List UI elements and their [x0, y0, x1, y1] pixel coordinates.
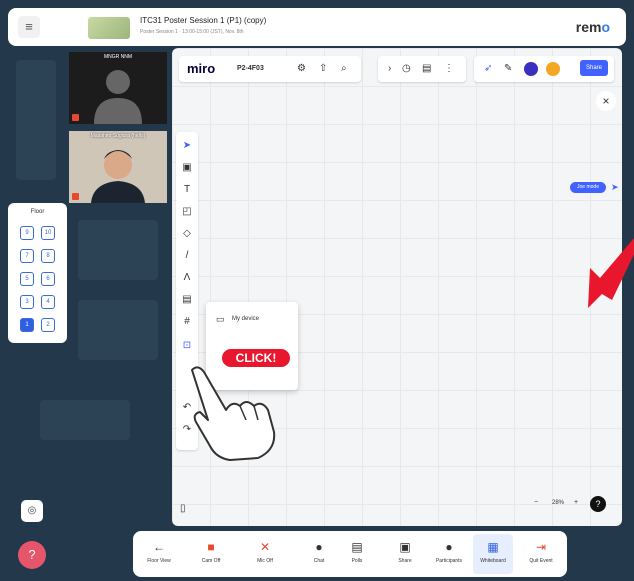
- cursor-icon: ➤: [611, 182, 619, 192]
- board-icon[interactable]: ▤: [422, 63, 431, 74]
- export-icon[interactable]: ⇧: [319, 63, 327, 74]
- floor-button[interactable]: 6: [41, 272, 55, 286]
- participant-photo: [69, 131, 167, 203]
- mic-off-button[interactable]: ✕ Mic Off: [245, 534, 285, 574]
- polls-button[interactable]: ▤ Polls: [337, 534, 377, 574]
- mic-muted-icon: [72, 114, 79, 121]
- avatar-silhouette-icon: [94, 70, 142, 124]
- upload-icon[interactable]: ⊡: [176, 340, 198, 351]
- device-icon: ▭: [216, 314, 225, 324]
- timer-icon[interactable]: ◷: [402, 63, 411, 74]
- floor-button[interactable]: 7: [20, 249, 34, 263]
- floor-button[interactable]: 9: [20, 226, 34, 240]
- floor-button[interactable]: 4: [41, 295, 55, 309]
- polls-icon: ▤: [351, 540, 363, 554]
- collaborators-bar: ➶ ✎ Share: [474, 56, 614, 82]
- locate-icon[interactable]: ◎: [21, 500, 43, 522]
- reactions-icon[interactable]: ➶: [484, 63, 492, 74]
- text-icon[interactable]: T: [176, 184, 198, 195]
- video-name: Masahiro Sugiura (he/ls): [90, 133, 146, 139]
- upload-my-device[interactable]: My device: [232, 316, 259, 322]
- share-button[interactable]: ▣ Share: [385, 534, 425, 574]
- shapes-icon[interactable]: ◇: [176, 228, 198, 239]
- help-icon[interactable]: ?: [590, 496, 606, 512]
- video-tile: Masahiro Sugiura (he/ls): [69, 131, 167, 203]
- avatar[interactable]: [524, 62, 538, 76]
- frame-icon[interactable]: #: [176, 316, 198, 327]
- video-name: MNGR NNM: [103, 54, 133, 60]
- arrow-left-icon: ←: [153, 540, 165, 554]
- pointing-hand-icon: [191, 366, 276, 461]
- floor-view-button[interactable]: ← Floor View: [139, 534, 179, 574]
- sticky-note-icon[interactable]: ◰: [176, 206, 198, 217]
- share-screen-icon: ▣: [399, 540, 411, 554]
- miro-logo: miro: [187, 61, 216, 76]
- whiteboard-button[interactable]: ▦ Whiteboard: [473, 534, 513, 574]
- quit-event-button[interactable]: ⇥ Quit Event: [521, 534, 561, 574]
- floor-tile: [78, 220, 158, 280]
- video-tile: MNGR NNM: [69, 52, 167, 124]
- sidebar-toggle-icon[interactable]: ▯: [180, 503, 186, 514]
- miro-toolbar: miro P2-4F03 ⚙ ⇧ ⌕: [179, 56, 361, 82]
- zoom-out-icon[interactable]: −: [534, 499, 538, 506]
- avatar[interactable]: [546, 62, 560, 76]
- pen-icon[interactable]: /: [176, 250, 198, 261]
- floor-button[interactable]: 10: [41, 226, 55, 240]
- top-bar: ≡ ITC31 Poster Session 1 (P1) (copy) Pos…: [8, 8, 626, 46]
- camera-off-icon: ■: [207, 540, 215, 554]
- chat-button[interactable]: ● Chat: [299, 534, 339, 574]
- event-title: ITC31 Poster Session 1 (P1) (copy): [140, 16, 267, 25]
- floor-button[interactable]: 3: [20, 295, 34, 309]
- bottom-toolbar: ← Floor View ■ Cam Off ✕ Mic Off ● Chat …: [133, 531, 567, 577]
- floor-label: Floor: [30, 209, 45, 215]
- floor-button[interactable]: 2: [41, 318, 55, 332]
- close-icon[interactable]: ×: [596, 91, 616, 111]
- floor-button[interactable]: 5: [20, 272, 34, 286]
- participants-icon: ●: [445, 540, 453, 554]
- zoom-level: 28%: [552, 500, 565, 506]
- share-button[interactable]: Share: [580, 60, 608, 76]
- comment-icon[interactable]: ▤: [176, 294, 198, 305]
- exit-icon: ⇥: [535, 540, 547, 554]
- connector-icon[interactable]: Λ: [176, 272, 198, 283]
- floor-tile: [40, 400, 130, 440]
- remo-logo: remo: [575, 19, 610, 35]
- collab-toolbar: › ◷ ▤ ⋮: [378, 56, 466, 82]
- zoom-in-icon[interactable]: +: [574, 499, 578, 506]
- pointer-icon[interactable]: ✎: [504, 63, 512, 74]
- mic-off-icon: ✕: [259, 540, 271, 554]
- board-name[interactable]: P2-4F03: [237, 65, 264, 72]
- floor-button[interactable]: 8: [41, 249, 55, 263]
- floor-button-active[interactable]: 1: [20, 318, 34, 332]
- floor-tile: [16, 60, 56, 180]
- mic-muted-icon: [72, 193, 79, 200]
- chevron-right-icon[interactable]: ›: [388, 63, 391, 74]
- zoom-controls: − 28% + ?: [534, 496, 614, 516]
- event-subtitle: Poster Session 1 · 13:00-15:00 (JST), No…: [140, 29, 244, 35]
- red-arrow-icon: [588, 238, 634, 308]
- participants-button[interactable]: ● Participants: [429, 534, 469, 574]
- chat-icon: ●: [315, 540, 323, 554]
- more-icon[interactable]: ⋮: [444, 63, 454, 74]
- floor-selector: Floor 9 10 7 8 5 6 3 4 1 2: [8, 203, 67, 343]
- whiteboard-icon: ▦: [487, 540, 499, 554]
- cam-off-button[interactable]: ■ Cam Off: [191, 534, 231, 574]
- floor-tile: [78, 300, 158, 360]
- template-icon[interactable]: ▣: [176, 162, 198, 173]
- search-icon[interactable]: ⌕: [341, 63, 347, 74]
- collaborator-cursor-label: Joe mode: [570, 182, 606, 193]
- event-thumbnail: [88, 17, 130, 39]
- menu-icon[interactable]: ≡: [18, 16, 40, 38]
- settings-icon[interactable]: ⚙: [297, 63, 306, 74]
- help-icon[interactable]: ?: [18, 541, 46, 569]
- select-icon[interactable]: ➤: [176, 140, 198, 151]
